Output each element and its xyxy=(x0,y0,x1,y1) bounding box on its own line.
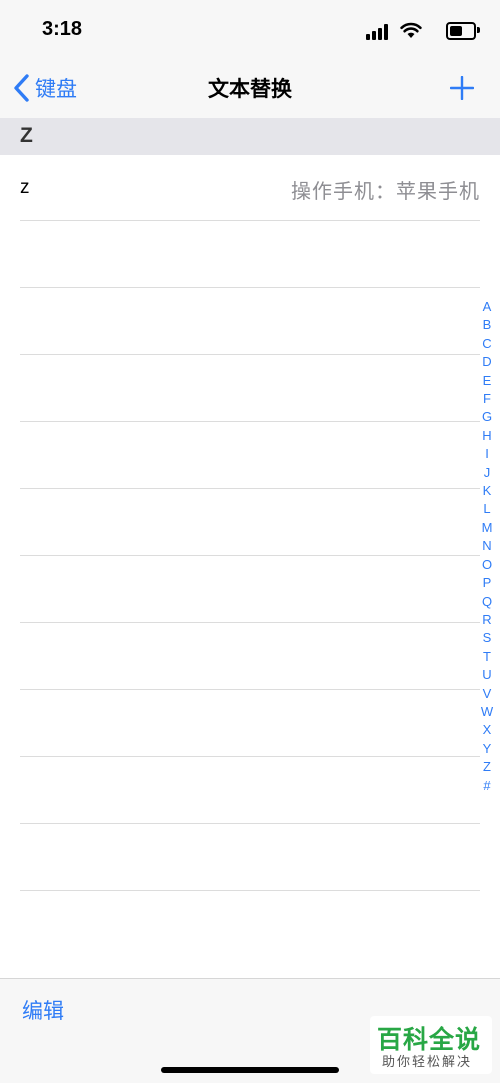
index-letter[interactable]: W xyxy=(481,703,493,721)
text-replacement-screen: 3:18 键盘 文本替换 Z z 操作手机：苹果手机 A B C D E F G… xyxy=(0,0,500,1083)
home-indicator[interactable] xyxy=(161,1067,339,1073)
empty-row xyxy=(20,489,480,556)
index-letter[interactable]: Y xyxy=(483,740,492,758)
status-time: 3:18 xyxy=(42,18,83,40)
list-item[interactable]: z 操作手机：苹果手机 xyxy=(20,155,480,221)
empty-row xyxy=(20,288,480,355)
index-letter[interactable]: T xyxy=(483,648,491,666)
section-header: Z xyxy=(0,118,500,155)
index-letter[interactable]: P xyxy=(483,574,492,592)
empty-row xyxy=(20,355,480,422)
index-letter[interactable]: B xyxy=(483,316,492,334)
empty-row xyxy=(20,690,480,757)
battery-icon xyxy=(446,22,480,40)
index-letter[interactable]: A xyxy=(483,298,492,316)
index-letter[interactable]: X xyxy=(483,721,492,739)
add-icon[interactable] xyxy=(450,76,474,100)
empty-row xyxy=(20,422,480,489)
index-letter[interactable]: E xyxy=(483,372,492,390)
index-letter[interactable]: G xyxy=(482,408,492,426)
index-letter[interactable]: S xyxy=(483,629,492,647)
index-letter[interactable]: N xyxy=(482,537,491,555)
index-letter[interactable]: O xyxy=(482,556,492,574)
index-letter[interactable]: J xyxy=(484,464,491,482)
replacement-list: z 操作手机：苹果手机 xyxy=(0,155,500,891)
index-letter[interactable]: U xyxy=(482,666,491,684)
section-index[interactable]: A B C D E F G H I J K L M N O P Q R S T U V W X Y Z # xyxy=(480,298,494,795)
index-letter[interactable]: I xyxy=(485,445,489,463)
wifi-icon xyxy=(400,22,422,38)
watermark-logo: 百科全说 助你轻松解决 xyxy=(370,1016,492,1074)
index-letter[interactable]: V xyxy=(483,685,492,703)
section-header-label: Z xyxy=(20,124,33,147)
status-icons xyxy=(356,20,480,42)
index-letter[interactable]: K xyxy=(483,482,492,500)
index-letter[interactable]: # xyxy=(483,777,490,795)
page-title: 文本替换 xyxy=(208,77,292,101)
index-letter[interactable]: Q xyxy=(482,593,492,611)
empty-row xyxy=(20,824,480,891)
shortcut-text: z xyxy=(20,177,30,198)
edit-button[interactable]: 编辑 xyxy=(22,995,64,1025)
index-letter[interactable]: D xyxy=(482,353,491,371)
empty-row xyxy=(20,221,480,288)
index-letter[interactable]: F xyxy=(483,390,491,408)
empty-row xyxy=(20,623,480,690)
index-letter[interactable]: H xyxy=(482,427,491,445)
empty-row xyxy=(20,757,480,824)
empty-row xyxy=(20,556,480,623)
phrase-text: 操作手机：苹果手机 xyxy=(291,179,480,203)
index-letter[interactable]: L xyxy=(483,500,490,518)
index-letter[interactable]: C xyxy=(482,335,491,353)
watermark-subtitle: 助你轻松解决 xyxy=(382,1055,473,1070)
cellular-signal-icon xyxy=(366,24,388,40)
index-letter[interactable]: M xyxy=(482,519,493,537)
top-bar: 3:18 键盘 文本替换 xyxy=(0,0,500,118)
index-letter[interactable]: R xyxy=(482,611,491,629)
index-letter[interactable]: Z xyxy=(483,758,491,776)
